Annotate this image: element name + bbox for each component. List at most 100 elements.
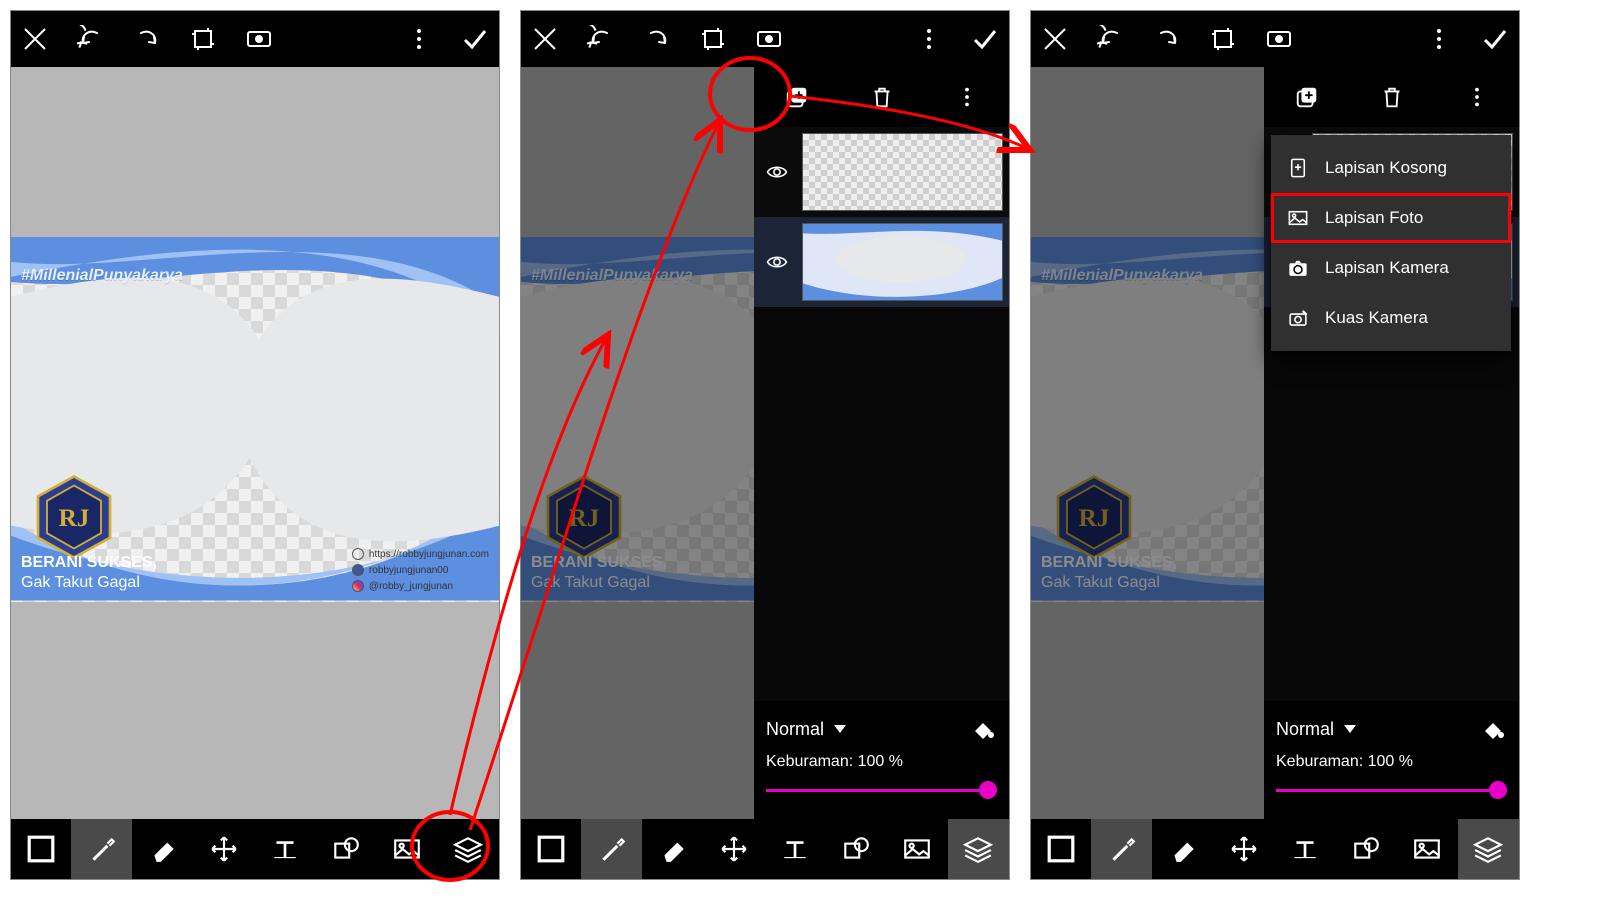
menu-item-brush-camera[interactable]: Kuas Kamera (1271, 293, 1511, 343)
add-layer-menu: Lapisan Kosong Lapisan Foto Lapisan Kame… (1271, 135, 1511, 351)
slogan-line-2: Gak Takut Gagal (1041, 574, 1160, 592)
fill-bucket-icon[interactable] (969, 715, 997, 743)
tool-brush[interactable] (71, 819, 132, 879)
confirm-icon[interactable] (461, 25, 489, 53)
bottom-toolbar (521, 819, 1009, 879)
crop-icon[interactable] (699, 25, 727, 53)
record-icon[interactable] (245, 25, 273, 53)
tool-brush[interactable] (1091, 819, 1152, 879)
opacity-slider[interactable] (1276, 781, 1507, 799)
more-icon[interactable] (405, 25, 433, 53)
tool-shape[interactable] (826, 819, 887, 879)
opacity-label: Keburaman: 100 % (1276, 753, 1507, 771)
globe-icon (352, 548, 364, 560)
record-icon[interactable] (755, 25, 783, 53)
opacity-label: Keburaman: 100 % (766, 753, 997, 771)
tool-image[interactable] (1397, 819, 1458, 879)
tool-color[interactable] (11, 819, 71, 879)
tool-transform[interactable] (1213, 819, 1274, 879)
layer-thumbnail (802, 133, 1003, 211)
layer-more-icon[interactable] (954, 84, 980, 110)
confirm-icon[interactable] (971, 25, 999, 53)
tool-eraser[interactable] (642, 819, 703, 879)
facebook-icon (352, 564, 364, 576)
tool-transform[interactable] (703, 819, 764, 879)
twibbon-artwork: #MillenialPunyakarya RJ BERANI SUKSES, G… (11, 237, 499, 602)
layers-panel-header (754, 67, 1009, 127)
layer-thumbnail (802, 223, 1003, 301)
chevron-down-icon[interactable] (1344, 725, 1356, 733)
tool-brush[interactable] (581, 819, 642, 879)
tool-text[interactable] (1274, 819, 1335, 879)
top-toolbar (1031, 11, 1519, 67)
opacity-slider[interactable] (766, 781, 997, 799)
svg-text:RJ: RJ (1079, 505, 1110, 532)
slogan-line-1: BERANI SUKSES, (531, 554, 667, 572)
add-layer-icon[interactable] (1294, 84, 1320, 110)
layers-footer: Normal Keburaman: 100 % (754, 701, 1009, 819)
slogan-line-1: BERANI SUKSES, (1041, 554, 1177, 572)
confirm-icon[interactable] (1481, 25, 1509, 53)
blend-mode-select[interactable]: Normal (1276, 719, 1334, 740)
crop-icon[interactable] (1209, 25, 1237, 53)
tool-eraser[interactable] (132, 819, 193, 879)
bottom-toolbar (11, 819, 499, 879)
undo-icon[interactable] (77, 25, 105, 53)
tool-shape[interactable] (1336, 819, 1397, 879)
more-icon[interactable] (915, 25, 943, 53)
delete-layer-icon[interactable] (869, 84, 895, 110)
tool-image[interactable] (377, 819, 438, 879)
tool-eraser[interactable] (1152, 819, 1213, 879)
tool-color[interactable] (521, 819, 581, 879)
bottom-toolbar (1031, 819, 1519, 879)
tool-text[interactable] (764, 819, 825, 879)
undo-icon[interactable] (1097, 25, 1125, 53)
phone-screen-2: #MillenialPunyakarya RJ BERANI SUKSES, G… (520, 10, 1010, 880)
visibility-toggle-icon[interactable] (760, 161, 794, 183)
hashtag-text: #MillenialPunyakarya (1041, 267, 1203, 285)
phone-screen-1: #MillenialPunyakarya RJ BERANI SUKSES, G… (10, 10, 500, 880)
blend-mode-select[interactable]: Normal (766, 719, 824, 740)
more-icon[interactable] (1425, 25, 1453, 53)
tool-layers[interactable] (438, 819, 499, 879)
social-links: https://robbyjungjunan.com robbyjungjuna… (352, 546, 489, 594)
redo-icon[interactable] (643, 25, 671, 53)
logo-badge: RJ (1049, 472, 1139, 562)
tool-color[interactable] (1031, 819, 1091, 879)
tool-image[interactable] (887, 819, 948, 879)
tool-text[interactable] (254, 819, 315, 879)
visibility-toggle-icon[interactable] (760, 251, 794, 273)
svg-text:RJ: RJ (569, 505, 600, 532)
top-toolbar (521, 11, 1009, 67)
close-icon[interactable] (531, 25, 559, 53)
layers-empty-space (754, 307, 1009, 701)
delete-layer-icon[interactable] (1379, 84, 1405, 110)
layer-row-empty[interactable] (754, 127, 1009, 217)
redo-icon[interactable] (133, 25, 161, 53)
tool-layers[interactable] (1458, 819, 1519, 879)
layer-more-icon[interactable] (1464, 84, 1490, 110)
layers-panel-header (1264, 67, 1519, 127)
logo-badge: RJ (29, 472, 119, 562)
record-icon[interactable] (1265, 25, 1293, 53)
layers-panel: Normal Keburaman: 100 % (754, 67, 1009, 819)
crop-icon[interactable] (189, 25, 217, 53)
layer-row-twibbon[interactable] (754, 217, 1009, 307)
editor-canvas[interactable]: #MillenialPunyakarya RJ BERANI SUKSES, G… (11, 67, 499, 819)
tool-shape[interactable] (316, 819, 377, 879)
menu-item-photo-layer[interactable]: Lapisan Foto (1271, 193, 1511, 243)
redo-icon[interactable] (1153, 25, 1181, 53)
menu-item-camera-layer[interactable]: Lapisan Kamera (1271, 243, 1511, 293)
add-layer-icon[interactable] (784, 84, 810, 110)
slogan-line-1: BERANI SUKSES, (21, 554, 157, 572)
tool-layers[interactable] (948, 819, 1009, 879)
top-toolbar (11, 11, 499, 67)
close-icon[interactable] (1041, 25, 1069, 53)
chevron-down-icon[interactable] (834, 725, 846, 733)
menu-item-empty-layer[interactable]: Lapisan Kosong (1271, 143, 1511, 193)
fill-bucket-icon[interactable] (1479, 715, 1507, 743)
close-icon[interactable] (21, 25, 49, 53)
undo-icon[interactable] (587, 25, 615, 53)
logo-badge: RJ (539, 472, 629, 562)
tool-transform[interactable] (193, 819, 254, 879)
